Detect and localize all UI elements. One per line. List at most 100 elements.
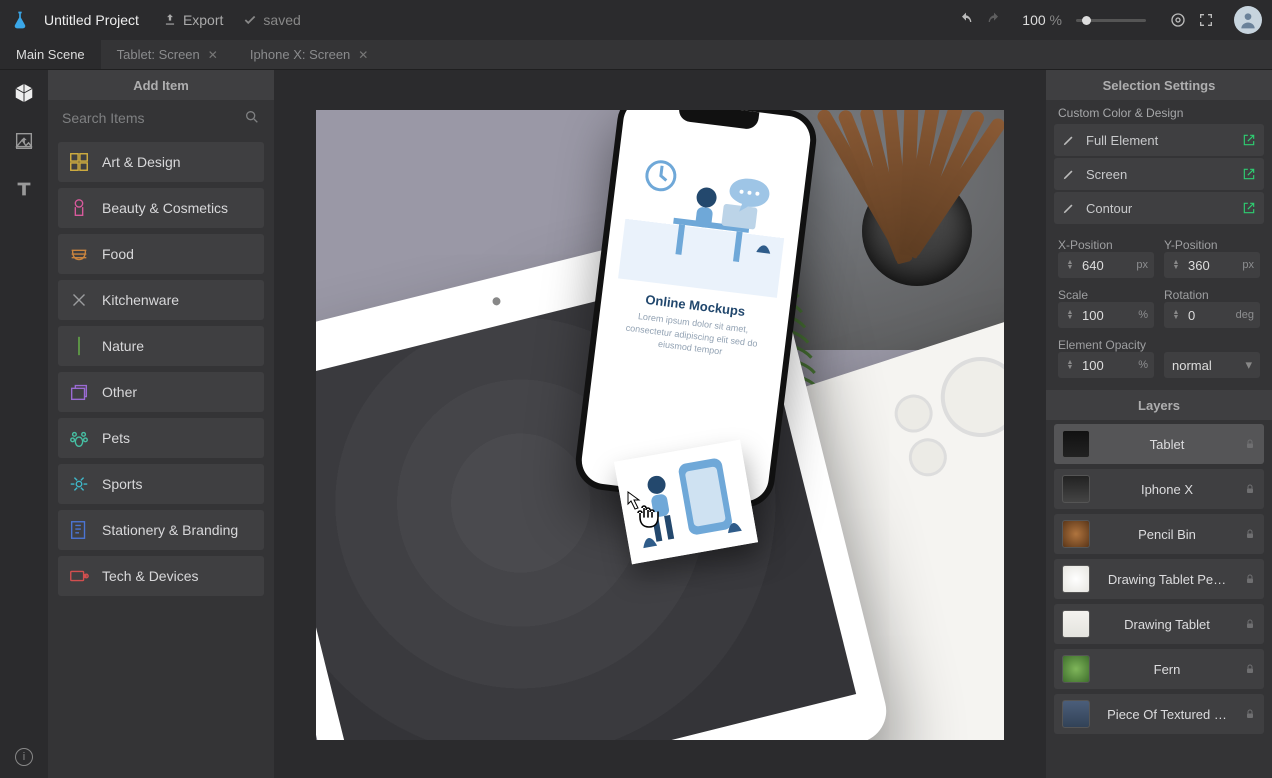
lock-icon[interactable] [1244, 663, 1256, 675]
tab-2[interactable]: Iphone X: Screen✕ [234, 40, 385, 69]
design-row-full-element[interactable]: Full Element [1054, 124, 1264, 156]
layer-name: Drawing Tablet Pe… [1100, 572, 1234, 587]
scale-input[interactable]: ▲▼100% [1058, 302, 1154, 328]
category-sports[interactable]: Sports [58, 464, 264, 504]
category-stationery-branding[interactable]: Stationery & Branding [58, 510, 264, 550]
canvas[interactable]: Online Mockups Lorem ipsum dolor sit ame… [274, 70, 1046, 778]
search-placeholder: Search Items [62, 110, 144, 126]
lock-icon[interactable] [1244, 528, 1256, 540]
app-logo-icon [10, 10, 30, 30]
export-icon [163, 13, 177, 27]
category-beauty-cosmetics[interactable]: Beauty & Cosmetics [58, 188, 264, 228]
selection-header: Selection Settings [1046, 70, 1272, 100]
category-other[interactable]: Other [58, 372, 264, 412]
scene-pencil-bin[interactable] [814, 110, 1004, 300]
category-icon [68, 151, 90, 173]
category-icon [68, 427, 90, 449]
layer-thumb [1062, 565, 1090, 593]
drag-preview[interactable] [614, 440, 758, 565]
category-label: Beauty & Cosmetics [102, 200, 228, 216]
layer-piece-of-textured-[interactable]: Piece Of Textured … [1054, 694, 1264, 734]
xpos-input[interactable]: ▲▼640px [1058, 252, 1154, 278]
category-kitchenware[interactable]: Kitchenware [58, 280, 264, 320]
external-icon[interactable] [1242, 133, 1256, 147]
close-icon[interactable]: ✕ [358, 48, 368, 62]
category-pets[interactable]: Pets [58, 418, 264, 458]
scene-tabs: Main SceneTablet: Screen✕Iphone X: Scree… [0, 40, 1272, 70]
category-icon [68, 473, 90, 495]
custom-color-label: Custom Color & Design [1046, 100, 1272, 122]
lock-icon[interactable] [1244, 618, 1256, 630]
add-item-header: Add Item [48, 70, 274, 100]
info-button[interactable]: i [15, 748, 33, 766]
tab-1[interactable]: Tablet: Screen✕ [101, 40, 234, 69]
layer-list: Tablet Iphone X Pencil Bin Drawing Tablet P… [1046, 420, 1272, 778]
user-avatar[interactable] [1234, 6, 1262, 34]
search-input[interactable]: Search Items [48, 100, 274, 136]
layer-fern[interactable]: Fern [1054, 649, 1264, 689]
category-art-design[interactable]: Art & Design [58, 142, 264, 182]
tool-text[interactable] [11, 176, 37, 202]
scale-label: Scale [1058, 288, 1154, 302]
layer-thumb [1062, 520, 1090, 548]
design-row-contour[interactable]: Contour [1054, 192, 1264, 224]
undo-button[interactable] [956, 10, 976, 30]
lock-icon[interactable] [1244, 573, 1256, 585]
category-food[interactable]: Food [58, 234, 264, 274]
layer-tablet[interactable]: Tablet [1054, 424, 1264, 464]
ypos-input[interactable]: ▲▼360px [1164, 252, 1260, 278]
layer-iphone-x[interactable]: Iphone X [1054, 469, 1264, 509]
tool-items[interactable] [11, 80, 37, 106]
saved-indicator: saved [243, 12, 300, 28]
artboard[interactable]: Online Mockups Lorem ipsum dolor sit ame… [316, 110, 1004, 740]
lock-icon[interactable] [1244, 708, 1256, 720]
opacity-input[interactable]: ▲▼100% [1058, 352, 1154, 378]
redo-button[interactable] [984, 10, 1004, 30]
category-nature[interactable]: Nature [58, 326, 264, 366]
layer-name: Tablet [1100, 437, 1234, 452]
project-title[interactable]: Untitled Project [44, 12, 139, 28]
category-label: Sports [102, 476, 142, 492]
category-label: Kitchenware [102, 292, 179, 308]
category-label: Stationery & Branding [102, 522, 238, 538]
lock-icon[interactable] [1244, 483, 1256, 495]
external-icon[interactable] [1242, 201, 1256, 215]
category-label: Other [102, 384, 137, 400]
category-label: Art & Design [102, 154, 181, 170]
rot-input[interactable]: ▲▼0deg [1164, 302, 1260, 328]
layer-thumb [1062, 475, 1090, 503]
category-icon [68, 243, 90, 265]
layer-name: Pencil Bin [1100, 527, 1234, 542]
close-icon[interactable]: ✕ [208, 48, 218, 62]
export-button[interactable]: Export [163, 12, 223, 28]
category-icon [68, 335, 90, 357]
category-label: Nature [102, 338, 144, 354]
zoom-slider[interactable] [1076, 19, 1146, 22]
xpos-label: X-Position [1058, 238, 1154, 252]
fullscreen-button[interactable] [1196, 10, 1216, 30]
layer-pencil-bin[interactable]: Pencil Bin [1054, 514, 1264, 554]
category-tech-devices[interactable]: Tech & Devices [58, 556, 264, 596]
center-view-button[interactable] [1168, 10, 1188, 30]
design-row-label: Screen [1086, 167, 1127, 182]
layers-header: Layers [1046, 390, 1272, 420]
design-row-label: Contour [1086, 201, 1132, 216]
category-icon [68, 565, 90, 587]
lock-icon[interactable] [1244, 438, 1256, 450]
blend-mode-select[interactable]: normal▾ [1164, 352, 1260, 378]
pencil-icon [1062, 201, 1076, 215]
tool-upload[interactable] [11, 128, 37, 154]
layer-name: Iphone X [1100, 482, 1234, 497]
layer-drawing-tablet-pe-[interactable]: Drawing Tablet Pe… [1054, 559, 1264, 599]
design-row-screen[interactable]: Screen [1054, 158, 1264, 190]
check-icon [243, 13, 257, 27]
layer-drawing-tablet[interactable]: Drawing Tablet [1054, 604, 1264, 644]
tab-0[interactable]: Main Scene [0, 40, 101, 69]
pencil-icon [1062, 133, 1076, 147]
external-icon[interactable] [1242, 167, 1256, 181]
category-icon [68, 381, 90, 403]
layer-thumb [1062, 655, 1090, 683]
opacity-label: Element Opacity [1058, 338, 1154, 352]
category-icon [68, 289, 90, 311]
design-row-label: Full Element [1086, 133, 1158, 148]
